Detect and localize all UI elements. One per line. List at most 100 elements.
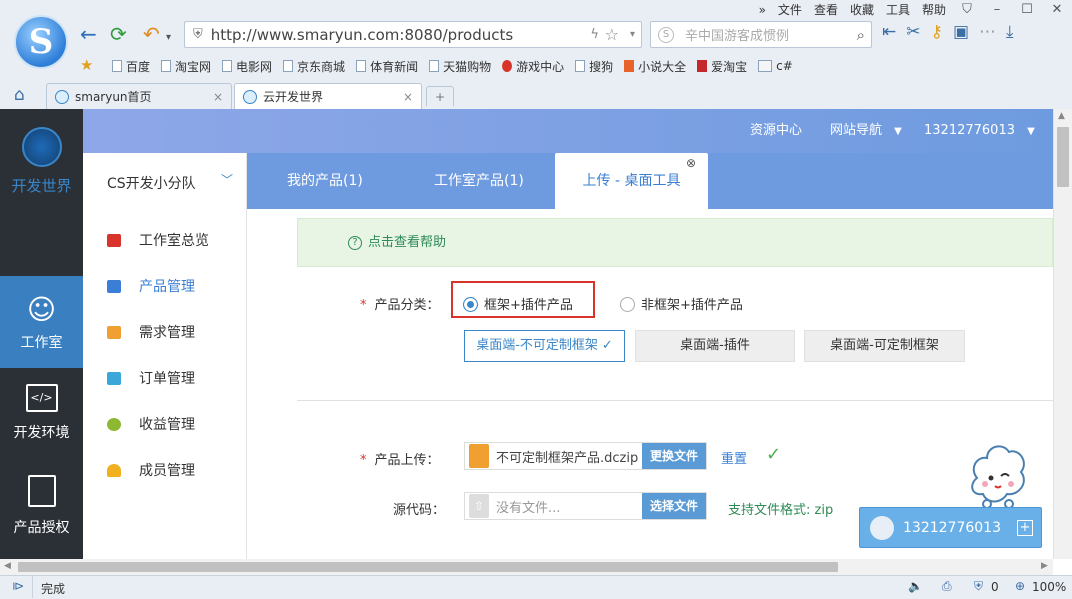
bookmark-item[interactable]: c# bbox=[758, 59, 793, 73]
mascot-image[interactable] bbox=[967, 438, 1029, 510]
key-icon[interactable]: ⚷ bbox=[931, 22, 943, 42]
sidebar-item-members[interactable]: 成员管理 bbox=[107, 460, 195, 480]
shield-status-icon[interactable]: ⛨ bbox=[974, 579, 983, 594]
resource-center-link[interactable]: 资源中心 bbox=[750, 109, 802, 153]
lightning-icon[interactable]: ϟ bbox=[590, 27, 599, 42]
bookmark-item[interactable]: 爱淘宝 bbox=[697, 58, 747, 75]
tab-studio-products[interactable]: 工作室产品(1) bbox=[434, 153, 524, 209]
rail-item-studio[interactable]: ☺ 工作室 bbox=[0, 276, 83, 368]
horizontal-scrollbar[interactable]: ◀ ▶ bbox=[0, 559, 1053, 575]
bookmark-item[interactable]: 小说大全 bbox=[624, 58, 686, 75]
speaker-icon[interactable]: 🔈 bbox=[908, 579, 923, 593]
reset-link[interactable]: 重置 bbox=[721, 448, 747, 467]
bookmark-item[interactable]: 百度 bbox=[112, 58, 150, 75]
rail-item-devenv[interactable]: </> 开发环境 bbox=[0, 384, 83, 442]
search-bar[interactable]: S 辛中国游客成惯例 ⌕ bbox=[650, 21, 872, 48]
maximize-icon[interactable]: ☐ bbox=[1012, 0, 1042, 20]
chat-user: 13212776013 bbox=[903, 519, 1001, 536]
screen-icon[interactable]: ▣ bbox=[953, 22, 969, 42]
search-icon[interactable]: ⌕ bbox=[857, 26, 865, 44]
bookmark-item[interactable]: 体育新闻 bbox=[356, 58, 418, 75]
search-engine-icon[interactable]: S bbox=[658, 26, 674, 43]
scissors-icon[interactable]: ✂ bbox=[906, 22, 920, 42]
zoom-icon[interactable]: ⊕ bbox=[1015, 579, 1025, 593]
scroll-thumb[interactable] bbox=[1057, 127, 1069, 187]
bookmark-item[interactable]: 电影网 bbox=[222, 58, 272, 75]
home-icon[interactable]: ⌂ bbox=[14, 85, 25, 105]
favorites-star-icon[interactable]: ★ bbox=[80, 56, 93, 74]
chat-widget[interactable]: 13212776013 + bbox=[859, 507, 1042, 548]
scroll-thumb[interactable] bbox=[18, 562, 838, 572]
download-icon[interactable]: ⤓ bbox=[1006, 22, 1014, 42]
scroll-left-icon[interactable]: ◀ bbox=[4, 561, 11, 571]
star-icon[interactable]: ☆ bbox=[605, 25, 619, 44]
back-arrow-icon[interactable]: ← bbox=[80, 22, 97, 46]
undo-dropdown-icon[interactable]: ▾ bbox=[166, 26, 171, 50]
undo-icon[interactable]: ↶ bbox=[143, 22, 160, 46]
globe-icon bbox=[243, 89, 257, 104]
brand-block[interactable]: 开发世界 bbox=[0, 127, 83, 196]
option-desktop-noncustom[interactable]: 桌面端-不可定制框架 ✓ bbox=[464, 330, 625, 362]
minimize-icon[interactable]: – bbox=[982, 0, 1012, 20]
more-icon[interactable]: ⋯ bbox=[979, 22, 996, 42]
radio-checked-icon[interactable] bbox=[463, 297, 478, 312]
source-file-input[interactable]: ⇧ 没有文件... 选择文件 bbox=[464, 492, 707, 520]
menu-tools[interactable]: 工具 bbox=[880, 0, 916, 20]
bookmark-item[interactable]: 淘宝网 bbox=[161, 58, 211, 75]
tab-cloud-dev-world[interactable]: 云开发世界 × bbox=[234, 83, 422, 109]
menu-file[interactable]: 文件 bbox=[772, 0, 808, 20]
url-text[interactable]: http://www.smaryun.com:8080/products bbox=[211, 26, 513, 44]
chat-expand-button[interactable]: + bbox=[1017, 520, 1033, 536]
sidebar-toggle-icon[interactable]: ⧐ bbox=[12, 579, 24, 593]
zoom-level[interactable]: 100% bbox=[1032, 580, 1066, 594]
new-tab-button[interactable]: + bbox=[426, 86, 454, 106]
radio-unchecked-icon[interactable] bbox=[620, 297, 635, 312]
divider bbox=[32, 576, 33, 598]
sidebar-item-revenue[interactable]: 收益管理 bbox=[107, 414, 195, 434]
menu-more[interactable]: » bbox=[753, 0, 772, 20]
scroll-up-icon[interactable]: ▲ bbox=[1058, 111, 1065, 121]
tab-my-products[interactable]: 我的产品(1) bbox=[287, 153, 363, 209]
tab-close-icon[interactable]: × bbox=[403, 90, 413, 104]
scroll-right-icon[interactable]: ▶ bbox=[1041, 561, 1048, 571]
shirt-icon[interactable]: ⛉ bbox=[952, 0, 982, 20]
change-file-button[interactable]: 更换文件 bbox=[641, 443, 706, 469]
refresh-icon[interactable]: ⟳ bbox=[110, 22, 127, 46]
rail-item-license[interactable]: 产品授权 bbox=[0, 475, 83, 537]
bookmark-item[interactable]: 游戏中心 bbox=[502, 58, 564, 75]
no-file-text: 没有文件... bbox=[496, 500, 561, 516]
printer-icon[interactable]: ⎙ bbox=[942, 579, 952, 594]
sidebar-item-orders[interactable]: 订单管理 bbox=[107, 368, 195, 388]
site-nav-dropdown[interactable]: 网站导航 ▼ bbox=[830, 109, 902, 154]
radio-non-framework[interactable]: 非框架+插件产品 bbox=[620, 294, 743, 313]
logo-letter: S bbox=[28, 22, 54, 62]
menu-favorites[interactable]: 收藏 bbox=[844, 0, 880, 20]
sidebar-item-requirements[interactable]: 需求管理 bbox=[107, 322, 195, 342]
address-bar[interactable]: ⛨ http://www.smaryun.com:8080/products ϟ… bbox=[184, 21, 642, 48]
tab-upload-desktop[interactable]: 上传 - 桌面工具 ⊗ bbox=[555, 153, 708, 209]
tab-close-icon[interactable]: × bbox=[213, 90, 223, 104]
send-icon[interactable]: ⇤ bbox=[882, 22, 896, 42]
url-dropdown-icon[interactable]: ▾ bbox=[630, 29, 635, 40]
user-dropdown[interactable]: 13212776013 ▼ bbox=[924, 109, 1035, 154]
tab-smaryun-home[interactable]: smaryun首页 × bbox=[46, 83, 232, 109]
product-file-input[interactable]: 不可定制框架产品.dczip 更换文件 bbox=[464, 442, 707, 470]
sidebar-item-overview[interactable]: 工作室总览 bbox=[107, 230, 209, 250]
chevron-down-icon[interactable]: ﹀ bbox=[221, 171, 233, 188]
bookmark-item[interactable]: 京东商城 bbox=[283, 58, 345, 75]
help-banner[interactable]: ? 点击查看帮助 bbox=[297, 218, 1053, 267]
bookmark-item[interactable]: 天猫购物 bbox=[429, 58, 491, 75]
team-selector[interactable]: CS开发小分队 ﹀ bbox=[107, 173, 233, 193]
option-desktop-custom[interactable]: 桌面端-可定制框架 bbox=[804, 330, 965, 362]
sidebar-item-products[interactable]: 产品管理 bbox=[107, 276, 195, 296]
help-link[interactable]: 点击查看帮助 bbox=[368, 235, 446, 250]
menu-view[interactable]: 查看 bbox=[808, 0, 844, 20]
radio-framework[interactable]: 框架+插件产品 bbox=[463, 294, 573, 313]
menu-help[interactable]: 帮助 bbox=[916, 0, 952, 20]
bookmark-item[interactable]: 搜狗 bbox=[575, 58, 613, 75]
choose-file-button[interactable]: 选择文件 bbox=[641, 493, 706, 519]
option-desktop-plugin[interactable]: 桌面端-插件 bbox=[635, 330, 795, 362]
tab-close-icon[interactable]: ⊗ bbox=[686, 135, 696, 191]
vertical-scrollbar[interactable]: ▲ bbox=[1053, 109, 1072, 559]
close-icon[interactable]: ✕ bbox=[1042, 0, 1072, 20]
